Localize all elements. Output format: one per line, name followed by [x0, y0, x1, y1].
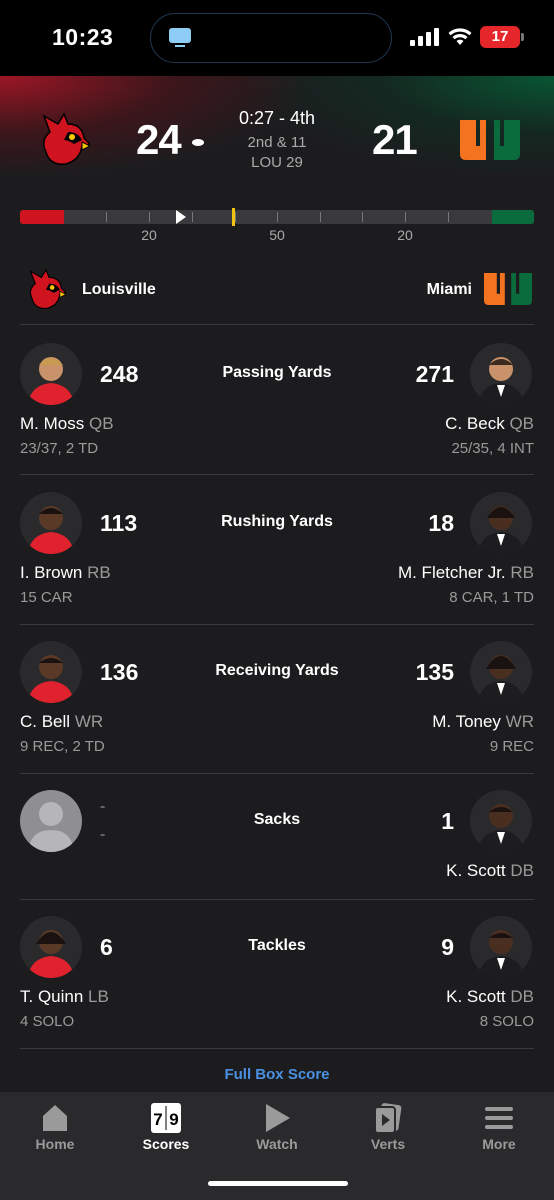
- yard-label: 20: [141, 227, 157, 243]
- player-name-left[interactable]: T. Quinn LB: [20, 987, 109, 1007]
- cellular-signal-icon: [410, 28, 440, 46]
- endzone-left: [20, 210, 64, 224]
- stat-line-left: 15 CAR: [20, 589, 73, 606]
- player-name-right[interactable]: K. Scott DB: [446, 861, 534, 881]
- tab-label: Verts: [370, 1136, 406, 1152]
- stat-line-right: 8 CAR, 1 TD: [449, 589, 534, 606]
- status-bar: 10:23 17: [0, 0, 554, 76]
- stat-category: Tackles: [248, 937, 306, 954]
- tab-watch[interactable]: Watch: [222, 1092, 332, 1162]
- svg-text:9: 9: [169, 1110, 178, 1129]
- tab-label: Watch: [256, 1136, 298, 1152]
- stat-value-right: 9: [441, 934, 454, 960]
- stat-line-right: 25/35, 4 INT: [451, 440, 534, 457]
- player-avatar[interactable]: [470, 343, 532, 405]
- endzone-right: [492, 210, 534, 224]
- stat-category: Receiving Yards: [215, 662, 339, 679]
- home-score: 21: [372, 116, 418, 163]
- stat-line-right: 9 REC: [489, 738, 534, 755]
- svg-text:7: 7: [153, 1110, 162, 1129]
- away-team-name: Louisville: [82, 281, 156, 298]
- verts-icon: [374, 1103, 402, 1134]
- player-name-left[interactable]: C. Bell WR: [20, 712, 103, 732]
- player-name-right[interactable]: C. Beck QB: [445, 414, 534, 434]
- stat-leader-passing[interactable]: 248 Passing Yards 271 M. Moss QB C. Beck…: [20, 343, 534, 475]
- stat-category: Rushing Yards: [221, 513, 333, 530]
- stat-line-left: 9 REC, 2 TD: [20, 738, 105, 755]
- player-name-right[interactable]: M. Toney WR: [432, 712, 534, 732]
- player-avatar[interactable]: [470, 641, 532, 703]
- player-name-left[interactable]: M. Moss QB: [20, 414, 114, 434]
- tv-icon: [169, 28, 191, 47]
- player-avatar[interactable]: [470, 916, 532, 978]
- player-name-right[interactable]: K. Scott DB: [446, 987, 534, 1007]
- stat-line-right: 8 SOLO: [479, 1013, 534, 1030]
- yard-label: 50: [269, 227, 285, 243]
- player-avatar[interactable]: [470, 492, 532, 554]
- stat-line-left: 4 SOLO: [20, 1013, 75, 1030]
- cardinal-logo-icon: [29, 268, 66, 309]
- tab-home[interactable]: Home: [0, 1092, 110, 1162]
- stat-line-left: 23/37, 2 TD: [20, 440, 99, 457]
- stat-category: Passing Yards: [222, 364, 332, 381]
- stat-value-right: 1: [441, 808, 454, 834]
- miami-u-logo-icon: [484, 273, 532, 305]
- first-down-line: [232, 208, 235, 226]
- scoreboard-icon: 7 9: [151, 1103, 181, 1133]
- tab-scores[interactable]: 7 9 Scores: [111, 1092, 221, 1162]
- field-position-bar: [20, 210, 534, 224]
- tab-label: More: [482, 1136, 516, 1152]
- tab-label: Home: [35, 1136, 75, 1152]
- stat-leader-rushing[interactable]: 113 Rushing Yards 18 I. Brown RB M. Flet…: [20, 492, 534, 625]
- full-box-score-link[interactable]: Full Box Score: [0, 1066, 554, 1083]
- stat-leader-receiving[interactable]: 136 Receiving Yards 135 C. Bell WR M. To…: [20, 641, 534, 774]
- tab-label: Scores: [142, 1136, 190, 1152]
- home-indicator[interactable]: [208, 1181, 348, 1186]
- player-avatar[interactable]: [470, 790, 532, 852]
- ball-position-marker-icon: [176, 210, 186, 224]
- stat-leader-tackles[interactable]: 6 Tackles 9 T. Quinn LB K. Scott DB 4 SO…: [20, 916, 534, 1049]
- play-icon: [266, 1104, 290, 1132]
- miami-u-logo-icon[interactable]: [460, 120, 520, 160]
- status-time: 10:23: [52, 24, 114, 50]
- player-name-right[interactable]: M. Fletcher Jr. RB: [398, 563, 534, 583]
- stat-value-right: 271: [415, 361, 454, 387]
- stat-value-right: 135: [415, 659, 454, 685]
- player-name-left[interactable]: I. Brown RB: [20, 563, 111, 583]
- tab-verts[interactable]: Verts: [333, 1092, 443, 1162]
- home-icon: [43, 1105, 67, 1131]
- tab-more[interactable]: More: [444, 1092, 554, 1162]
- team-header-row: Louisville Miami: [20, 262, 534, 325]
- stat-value-right: 18: [428, 510, 454, 536]
- stat-leader-sacks[interactable]: - - Sacks 1 K. Scott DB: [20, 790, 534, 900]
- wifi-icon: [448, 28, 472, 45]
- stat-category: Sacks: [253, 811, 301, 828]
- yard-label: 20: [397, 227, 413, 243]
- menu-icon: [485, 1107, 513, 1129]
- battery-icon: 17: [480, 26, 524, 48]
- dynamic-island[interactable]: [150, 13, 392, 63]
- home-team-name: Miami: [426, 281, 472, 298]
